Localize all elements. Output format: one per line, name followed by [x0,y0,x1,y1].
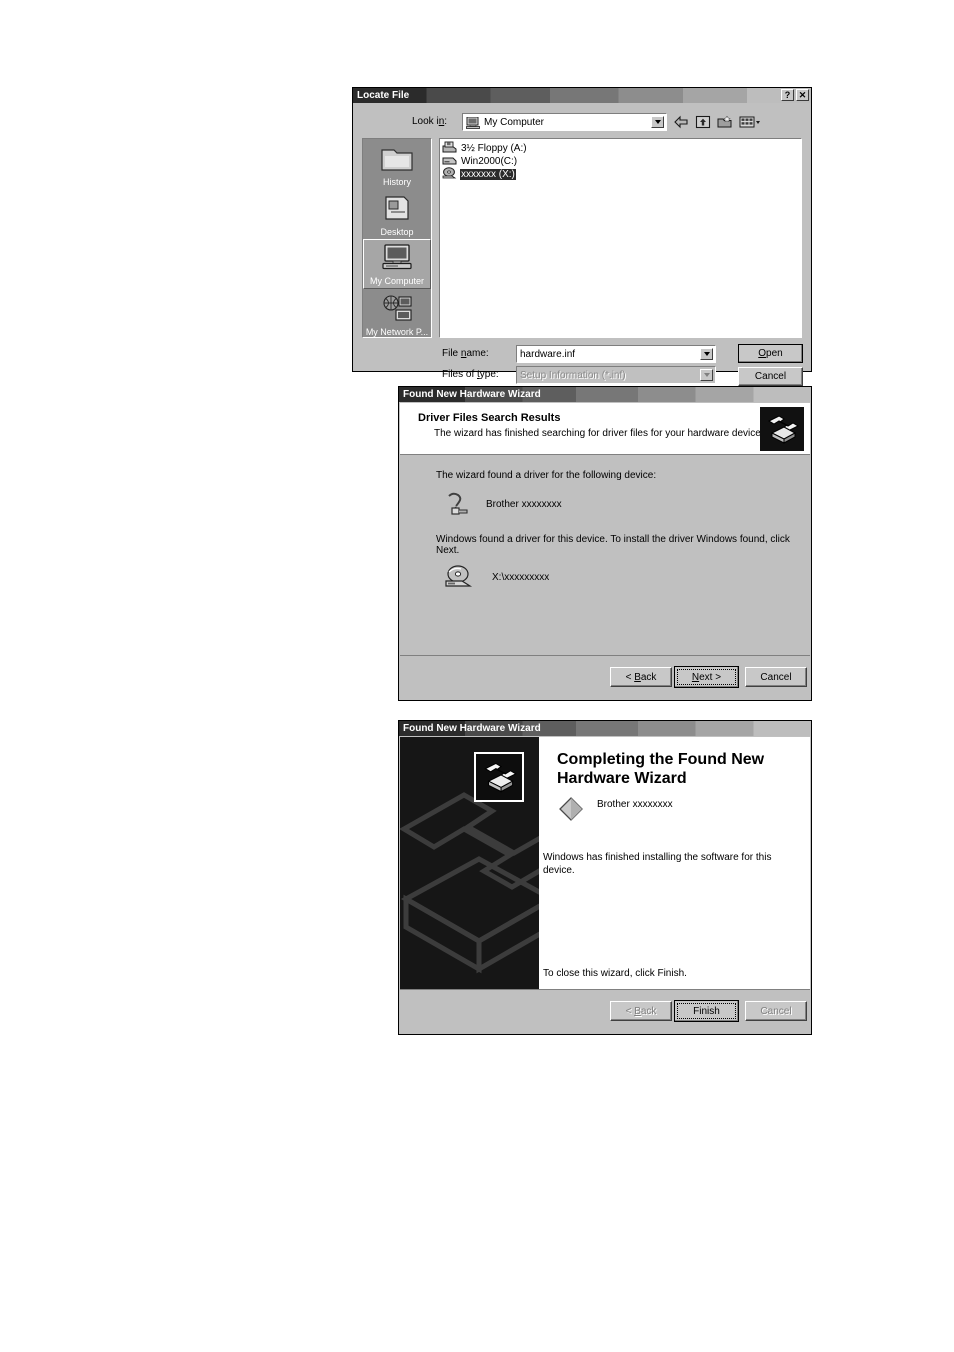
driver-path: X:\xxxxxxxxx [492,572,550,583]
finish-button[interactable]: Finish [674,1000,739,1022]
cd-drive-icon [444,564,474,590]
sidebar-item-my-network-places[interactable]: My Network P... [363,289,431,339]
help-button[interactable]: ? [781,89,794,101]
look-in-value: My Computer [484,116,545,128]
focus-ring [677,1003,736,1019]
open-button[interactable]: Open [738,344,803,363]
hardware-wizard-icon [760,407,804,451]
driver-search-results-dialog: Found New Hardware Wizard Driver Files S… [398,386,812,701]
chevron-down-icon [700,369,713,381]
cd-drive-icon [442,167,457,182]
file-list[interactable]: 3½ Floppy (A:) Win2000(C:) xxxxxxx (X:) [439,138,802,338]
chevron-down-icon[interactable] [700,348,713,360]
file-name-value: hardware.inf [520,348,576,360]
unknown-device-icon [444,491,472,519]
wizard2-header: Driver Files Search Results The wizard h… [400,403,810,455]
back-button: < Back [610,1001,672,1021]
list-item-label: Win2000(C:) [461,156,518,167]
page-title: Driver Files Search Results [418,412,561,424]
cancel-button[interactable]: Cancel [738,367,803,386]
sidebar-item-my-computer[interactable]: My Computer [363,239,431,289]
up-one-level-icon[interactable] [695,115,711,130]
page-title: Completing the Found New Hardware Wizard [557,751,765,787]
file-name-label: File name: [442,348,489,359]
sidebar-item-desktop[interactable]: Desktop [363,189,431,239]
cancel-button-label: Cancel [760,1005,792,1017]
locate-file-titlebar[interactable]: Locate File ? ✕ [353,88,811,103]
wizard2-footer: < Back Next > Cancel [400,655,810,699]
look-in-combobox[interactable]: My Computer [462,113,667,131]
close-instruction: To close this wizard, click Finish. [543,968,687,979]
wizard3-content-panel: Completing the Found New Hardware Wizard… [539,737,810,990]
files-of-type-value: Setup Information (*.inf) [520,369,626,381]
back-button-label: < Back [625,671,657,683]
list-item-label: xxxxxxx (X:) [460,169,516,180]
sidebar-item-label: My Computer [369,276,424,286]
locate-file-title: Locate File [357,90,410,101]
wizard3-footer: < Back Finish Cancel [400,989,810,1033]
list-item[interactable]: xxxxxxx (X:) [442,167,799,182]
cancel-button-label: Cancel [754,371,787,382]
history-folder-icon [380,144,414,177]
wizard2-title: Found New Hardware Wizard [403,389,541,400]
cancel-button: Cancel [745,1001,807,1021]
wizard3-body: Completing the Found New Hardware Wizard… [399,736,811,1034]
completing-wizard-dialog: Found New Hardware Wizard Completing the… [398,720,812,1035]
chevron-down-icon[interactable] [651,116,664,128]
files-of-type-label: Files of type: [442,369,499,380]
search-result-text: The wizard found a driver for the follow… [436,470,657,481]
list-item[interactable]: Win2000(C:) [442,155,799,168]
list-item[interactable]: 3½ Floppy (A:) [442,141,799,155]
device-name: Brother xxxxxxxx [486,499,562,510]
new-folder-icon[interactable] [717,115,733,130]
cancel-button[interactable]: Cancel [745,667,807,687]
sidebar-item-label: My Network P... [365,327,429,337]
my-computer-icon [380,243,414,276]
device-name: Brother xxxxxxxx [597,799,673,810]
locate-file-body: Look in: My Computer History Desktop My … [353,103,811,386]
hardware-wizard-icon [474,752,524,802]
wizard3-banner-panel [400,737,539,990]
my-computer-icon [466,116,480,129]
locate-file-dialog: Locate File ? ✕ Look in: My Computer His… [352,87,812,386]
places-bar: History Desktop My Computer My Network P… [362,138,432,338]
views-icon[interactable] [739,115,761,130]
locate-file-toolbar [673,114,773,131]
wizard2-content: The wizard found a driver for the follow… [400,455,810,656]
wizard2-body: Driver Files Search Results The wizard h… [399,402,811,700]
close-button[interactable]: ✕ [796,89,809,101]
page-subtitle: The wizard has finished searching for dr… [434,428,764,439]
file-name-input[interactable]: hardware.inf [516,345,716,363]
wizard3-titlebar[interactable]: Found New Hardware Wizard [399,721,811,736]
wizard2-titlebar[interactable]: Found New Hardware Wizard [399,387,811,402]
list-item-label: 3½ Floppy (A:) [461,143,527,154]
focus-ring [677,669,736,685]
sidebar-item-history[interactable]: History [363,139,431,189]
open-button-label: Open [758,348,783,359]
sidebar-item-label: History [382,177,411,187]
locate-file-titlebar-buttons: ? ✕ [781,89,809,101]
next-button[interactable]: Next > [674,666,739,688]
completion-message: Windows has finished installing the soft… [543,852,772,876]
desktop-icon [382,194,412,227]
back-icon[interactable] [673,115,689,130]
sidebar-item-label: Desktop [380,227,414,237]
files-of-type-combobox[interactable]: Setup Information (*.inf) [516,366,716,384]
back-button[interactable]: < Back [610,667,672,687]
back-button-label: < Back [625,1005,657,1017]
driver-diamond-icon [557,795,585,823]
look-in-label: Look in: [412,116,448,127]
wizard3-title: Found New Hardware Wizard [403,723,541,734]
network-places-icon [380,294,414,327]
install-instruction-text: Windows found a driver for this device. … [436,534,790,556]
cancel-button-label: Cancel [760,671,792,683]
